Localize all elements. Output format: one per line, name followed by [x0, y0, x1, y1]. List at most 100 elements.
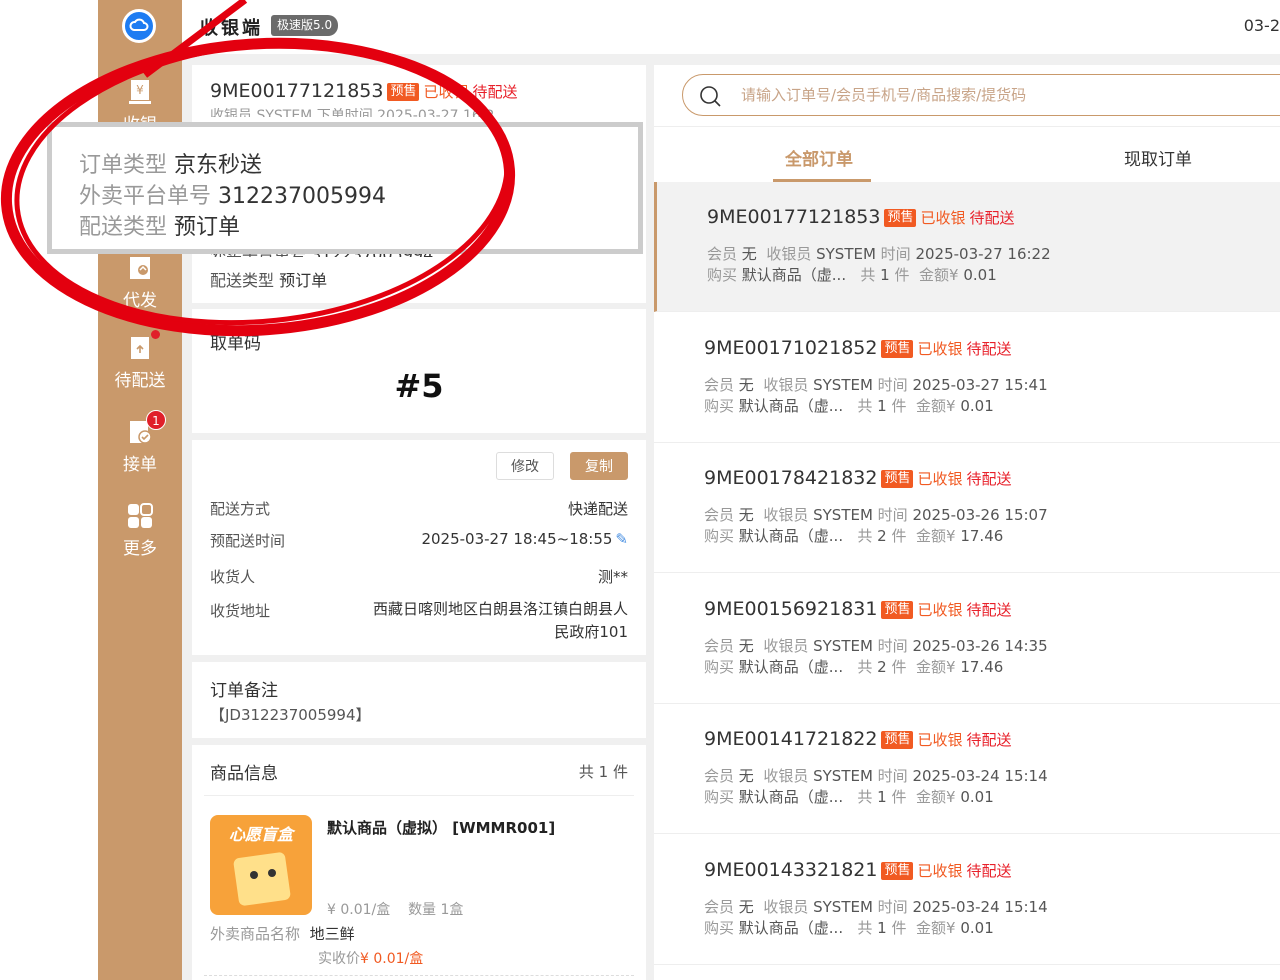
order-detail-header: 9ME00177121853 预售 已收银 待配送 收银员 SYSTEM 下单时间 2… — [192, 65, 646, 117]
order-card-meta: 会员 无 收银员 SYSTEM 时间 2025-03-24 15:14 购买 默认… — [704, 897, 1048, 937]
order-card[interactable]: 9ME00171021852 预售 已收银 待配送 会员 无 收银员 SYSTEM 时间… — [654, 313, 1280, 443]
delivery-type-row: 配送类型 预订单 — [210, 271, 328, 290]
header-date: 03-2 — [1243, 16, 1280, 35]
actual-price-row: 实收价¥ 0.01/盒 — [318, 951, 424, 967]
paid-status: 已收银 — [917, 861, 963, 880]
copy-button[interactable]: 复制 — [570, 452, 628, 480]
sidebar-item-label: 接单 — [123, 455, 157, 475]
order-number: 9ME00143321821 — [704, 858, 878, 881]
search-box[interactable] — [682, 74, 1280, 116]
remark-label: 订单备注 — [210, 681, 278, 701]
delivery-panel: 修改 复制 配送方式 快递配送 预配送时间 2025-03-27 18:45~1… — [192, 440, 646, 655]
cashier-line: 收银员 SYSTEM 下单时间 2025-03-27 16:2 — [210, 108, 495, 117]
delivery-method-row: 配送方式 快递配送 — [210, 500, 628, 518]
order-number: 9ME00177121853 — [707, 206, 881, 228]
notification-badge: 1 — [146, 410, 166, 430]
presale-tag: 预售 — [884, 209, 917, 227]
divider — [204, 795, 634, 796]
svg-text:¥: ¥ — [136, 83, 144, 97]
presale-tag: 预售 — [881, 600, 914, 619]
paid-status: 已收银 — [423, 83, 469, 101]
zoom-order-type: 订单类型 京东秒送 — [79, 153, 263, 178]
app-logo — [122, 9, 156, 43]
sidebar-item-pending-delivery[interactable]: 待配送 — [98, 330, 182, 391]
divider — [204, 975, 634, 976]
product-image: 心愿盲盒 — [210, 815, 312, 915]
order-number: 9ME00141721822 — [704, 728, 878, 750]
order-card-title: 9ME00156921831 预售 已收银 待配送 — [704, 598, 1012, 620]
delivery-status: 待配送 — [966, 470, 1012, 488]
order-number: 9ME00171021852 — [704, 336, 878, 359]
cloud-icon — [129, 18, 149, 31]
goods-count: 共 1 件 — [578, 763, 628, 781]
presale-tag: 预售 — [387, 83, 420, 101]
order-card-title: 9ME00141721822 预售 已收银 待配送 — [704, 728, 1012, 750]
delivery-status: 待配送 — [966, 731, 1012, 749]
goods-name: 默认商品（虚拟） [WMMR001] — [327, 819, 556, 837]
version-badge: 极速版5.0 — [271, 15, 339, 36]
tab-all-orders[interactable]: 全部订单 — [785, 145, 853, 170]
paid-status: 已收银 — [917, 339, 963, 358]
delivery-status: 待配送 — [966, 339, 1012, 358]
sidebar-item-label: 更多 — [123, 539, 157, 559]
order-card[interactable]: 9ME00178421832 预售 已收银 待配送会员 无 收银员 SYSTEM 时间… — [654, 443, 1280, 573]
presale-tag: 预售 — [881, 470, 914, 488]
sidebar-item-label: 待配送 — [114, 371, 166, 391]
edit-button[interactable]: 修改 — [496, 452, 554, 480]
order-card-meta: 会员 无 收银员 SYSTEM 时间 2025-03-26 15:07 购买 默认… — [704, 506, 1048, 545]
cashier-icon: ¥ — [126, 78, 154, 106]
paid-status: 已收银 — [917, 731, 963, 749]
remark-value: 【JD312237005994】 — [210, 706, 371, 724]
order-card-meta: 会员 无 收银员 SYSTEM 时间 2025-03-24 15:14 购买 默认… — [704, 767, 1048, 806]
order-card[interactable]: 9ME00177121853 预售 已收银 待配送会员 无 收银员 SYSTEM 时间… — [654, 182, 1280, 312]
paid-status: 已收银 — [917, 600, 963, 619]
order-list-area: 全部订单 现取订单 9ME00177121853预售已收银待配送会员 无 收银员… — [654, 65, 1280, 980]
top-header: 收银端 极速版5.0 03-2 — [182, 0, 1280, 54]
takeout-name-row: 外卖商品名称 地三鲜 — [210, 925, 355, 943]
order-card-meta: 会员 无 收银员 SYSTEM 时间 2025-03-27 16:22 购买 默认… — [707, 245, 1051, 284]
accept-order-icon: 1 — [126, 410, 166, 446]
sidebar-item-dispatch[interactable]: 代发 — [98, 254, 182, 311]
order-card[interactable]: 9ME00143321821 预售 已收银 待配送会员 无 收银员 SYSTEM 时间… — [654, 835, 1280, 965]
presale-tag: 预售 — [881, 731, 914, 749]
receiver-row: 收货人 测** — [210, 568, 628, 586]
order-card-title: 9ME00177121853 预售 已收银 待配送 — [707, 206, 1015, 228]
goods-panel: 商品信息 共 1 件 心愿盲盒 默认商品（虚拟） [WMMR001] ¥ 0.0… — [192, 745, 646, 980]
presale-tag: 预售 — [881, 339, 914, 358]
order-card-title: 9ME00171021852 预售 已收银 待配送 — [704, 337, 1012, 359]
zoom-callout: 订单类型 京东秒送 外卖平台单号 312237005994 配送类型 预订单 — [47, 122, 643, 254]
presale-tag: 预售 — [881, 861, 914, 880]
delivery-time-row: 预配送时间 2025-03-27 18:45~18:55 ✎ — [210, 530, 628, 550]
pickup-code-panel: 取单码 #5 — [192, 309, 646, 433]
order-number: 9ME00178421832 — [704, 467, 878, 489]
pickup-code-value: #5 — [394, 367, 444, 405]
more-grid-icon — [126, 502, 154, 530]
order-number: 9ME00156921831 — [704, 597, 878, 620]
delivery-status: 待配送 — [969, 209, 1015, 227]
delivery-status: 待配送 — [472, 83, 518, 101]
pickup-code-label: 取单码 — [210, 334, 261, 354]
remark-panel: 订单备注 【JD312237005994】 — [192, 662, 646, 738]
goods-price-qty: ¥ 0.01/盒 数量 1盒 — [327, 902, 464, 918]
search-input[interactable] — [741, 83, 1280, 107]
zoom-delivery-type: 配送类型 预订单 — [79, 215, 241, 240]
sidebar-item-more[interactable]: 更多 — [98, 502, 182, 559]
app-title: 收银端 — [200, 18, 263, 39]
order-card[interactable]: 9ME00141721822 预售 已收银 待配送会员 无 收银员 SYSTEM 时间… — [654, 704, 1280, 834]
edit-time-icon[interactable]: ✎ — [615, 530, 628, 548]
notification-dot — [151, 330, 160, 339]
sidebar-item-accept-order[interactable]: 1 接单 — [98, 410, 182, 475]
paid-status: 已收银 — [920, 209, 966, 227]
order-tabs: 全部订单 现取订单 — [654, 126, 1280, 182]
paid-status: 已收银 — [917, 470, 963, 488]
search-icon — [700, 86, 721, 107]
order-card-title: 9ME00143321821 预售 已收银 待配送 — [704, 859, 1012, 881]
tab-pickup-orders[interactable]: 现取订单 — [1124, 145, 1192, 170]
address-row: 收货地址 西藏日喀则地区白朗县洛江镇白朗县人 民政府101 — [210, 600, 628, 641]
delivery-status: 待配送 — [966, 861, 1012, 880]
sidebar-item-label: 代发 — [123, 291, 157, 311]
order-card[interactable]: 9ME00156921831 预售 已收银 待配送 会员 无 收银员 SYSTEM 时间… — [654, 574, 1280, 704]
order-card-title: 9ME00178421832 预售 已收银 待配送 — [704, 467, 1012, 489]
dispatch-icon — [126, 254, 154, 282]
detail-order-number: 9ME00177121853 — [210, 80, 384, 102]
